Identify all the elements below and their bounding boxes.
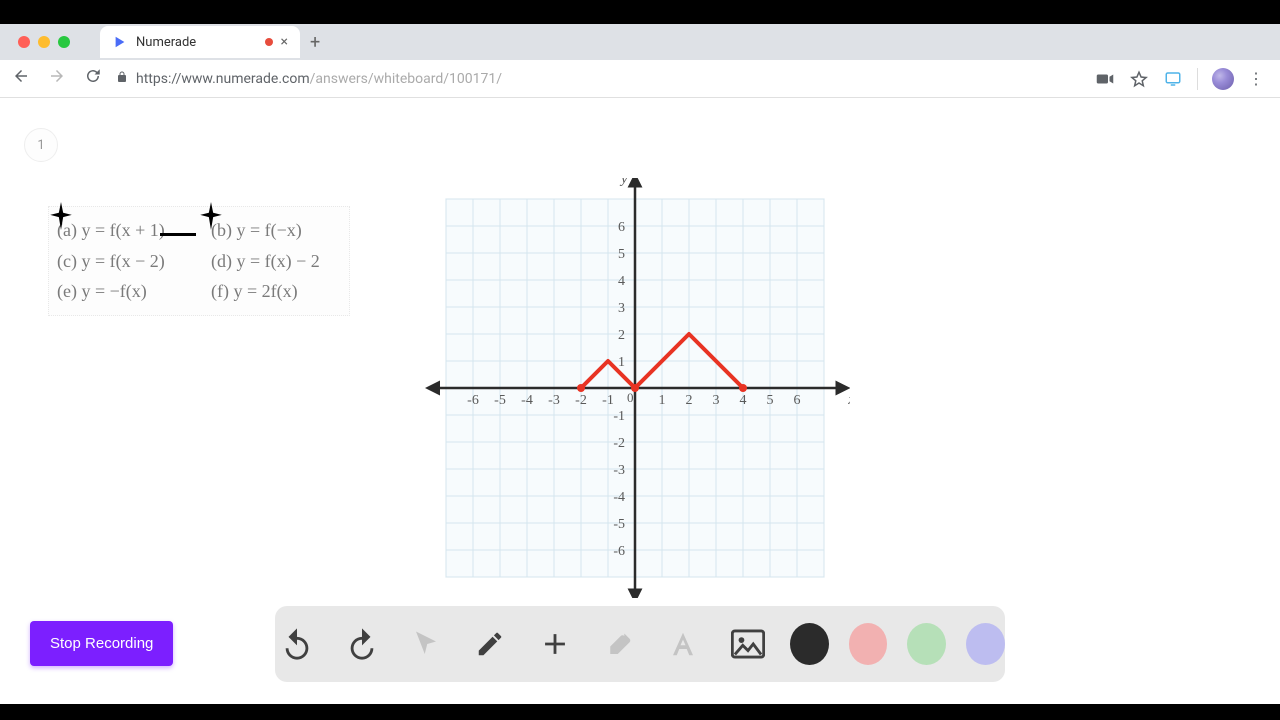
svg-text:2: 2	[686, 393, 693, 408]
option-f: (f) y = 2f(x)	[211, 276, 341, 307]
reload-button[interactable]	[80, 63, 106, 94]
annotation-star-icon	[200, 202, 222, 237]
color-black[interactable]	[790, 623, 829, 665]
annotation-star-icon	[50, 202, 72, 237]
color-red[interactable]	[849, 623, 888, 665]
window-controls	[8, 36, 80, 48]
option-b: (b) y = f(−x)	[211, 215, 341, 246]
recording-indicator-icon	[265, 38, 273, 46]
add-tool-button[interactable]	[532, 620, 576, 668]
svg-text:-6: -6	[467, 393, 479, 408]
url-host: https://www.numerade.com/answers/whitebo…	[136, 71, 502, 87]
browser-right-icons: ⋮	[1095, 68, 1272, 90]
stop-recording-button[interactable]: Stop Recording	[30, 621, 173, 666]
problem-row: (c) y = f(x − 2) (d) y = f(x) − 2	[57, 246, 341, 277]
svg-text:x: x	[847, 392, 850, 408]
svg-text:3: 3	[713, 393, 720, 408]
svg-text:-4: -4	[521, 393, 533, 408]
svg-text:-1: -1	[613, 409, 625, 424]
browser-menu-button[interactable]: ⋮	[1248, 69, 1264, 88]
svg-text:1: 1	[618, 355, 625, 370]
image-tool-button[interactable]	[725, 620, 769, 668]
svg-text:1: 1	[659, 393, 666, 408]
svg-text:y: y	[619, 178, 628, 187]
svg-text:2: 2	[618, 328, 625, 343]
redo-button[interactable]	[339, 620, 383, 668]
camera-icon[interactable]	[1095, 69, 1115, 89]
problem-row: (a) y = f(x + 1) (b) y = f(−x)	[57, 215, 341, 246]
svg-text:-2: -2	[613, 436, 625, 451]
profile-avatar[interactable]	[1212, 68, 1234, 90]
url-field[interactable]: https://www.numerade.com/answers/whitebo…	[116, 71, 1085, 87]
eraser-tool-button[interactable]	[597, 620, 641, 668]
svg-text:-5: -5	[613, 517, 625, 532]
tab-title: Numerade	[136, 35, 257, 50]
svg-text:-3: -3	[613, 463, 625, 478]
browser-tab[interactable]: Numerade ×	[100, 26, 300, 58]
favicon-icon	[112, 34, 128, 50]
svg-text:-4: -4	[613, 490, 625, 505]
option-c: (c) y = f(x − 2)	[57, 246, 187, 277]
svg-text:4: 4	[740, 393, 747, 408]
new-tab-button[interactable]: +	[310, 32, 320, 53]
chart-svg: -6 -5 -4 -3 -2 -1 1 2 3 4 5 6 -6 -5 -4 -3 -2 -1 1 2 3 4 5 6 0 x y	[420, 178, 850, 598]
page-content: 1 (a) y = f(x + 1) (b) y = f(−x) (c) y =…	[0, 98, 1280, 704]
annotation-underline	[160, 233, 196, 236]
forward-button[interactable]	[44, 63, 70, 94]
browser-window: Numerade × + https://www.numerade.com/an…	[0, 24, 1280, 704]
lock-icon	[116, 71, 128, 86]
svg-text:0: 0	[627, 390, 634, 405]
svg-text:6: 6	[618, 220, 625, 235]
pencil-tool-button[interactable]	[468, 620, 512, 668]
svg-text:-3: -3	[548, 393, 560, 408]
back-button[interactable]	[8, 63, 34, 94]
maximize-window-button[interactable]	[58, 36, 70, 48]
problem-row: (e) y = −f(x) (f) y = 2f(x)	[57, 276, 341, 307]
close-tab-button[interactable]: ×	[281, 34, 288, 50]
page-number-badge: 1	[24, 128, 58, 162]
coordinate-chart: -6 -5 -4 -3 -2 -1 1 2 3 4 5 6 -6 -5 -4 -3 -2 -1 1 2 3 4 5 6 0 x y	[420, 178, 850, 598]
option-d: (d) y = f(x) − 2	[211, 246, 341, 277]
svg-text:-1: -1	[602, 393, 614, 408]
undo-button[interactable]	[275, 620, 319, 668]
color-purple[interactable]	[966, 623, 1005, 665]
svg-text:5: 5	[618, 247, 625, 262]
address-bar: https://www.numerade.com/answers/whitebo…	[0, 60, 1280, 98]
svg-text:3: 3	[618, 301, 625, 316]
option-e: (e) y = −f(x)	[57, 276, 187, 307]
svg-text:-6: -6	[613, 544, 625, 559]
problem-statement: (a) y = f(x + 1) (b) y = f(−x) (c) y = f…	[48, 206, 350, 316]
tab-strip: Numerade × +	[0, 24, 1280, 60]
svg-text:4: 4	[618, 274, 625, 289]
cast-monitor-icon[interactable]	[1163, 69, 1183, 89]
minimize-window-button[interactable]	[38, 36, 50, 48]
pointer-tool-button[interactable]	[404, 620, 448, 668]
whiteboard-toolbar	[275, 606, 1005, 682]
option-a: (a) y = f(x + 1)	[57, 215, 187, 246]
svg-text:-2: -2	[575, 393, 587, 408]
close-window-button[interactable]	[18, 36, 30, 48]
color-green[interactable]	[907, 623, 946, 665]
svg-text:6: 6	[794, 393, 801, 408]
svg-text:-5: -5	[494, 393, 506, 408]
text-tool-button[interactable]	[661, 620, 705, 668]
svg-text:5: 5	[767, 393, 774, 408]
divider	[1197, 68, 1198, 90]
bookmark-star-icon[interactable]	[1129, 69, 1149, 89]
